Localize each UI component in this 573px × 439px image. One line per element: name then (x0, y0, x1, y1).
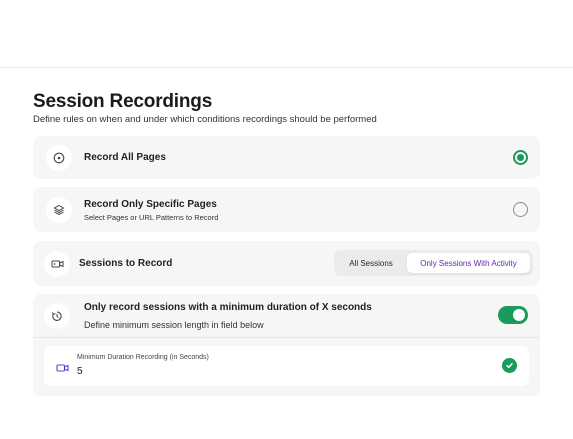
target-icon (46, 145, 72, 171)
min-duration-toggle[interactable] (498, 306, 528, 324)
record-specific-pages-sublabel: Select Pages or URL Patterns to Record (84, 213, 219, 222)
record-all-pages-label: Record All Pages (84, 152, 166, 163)
layers-icon (46, 197, 72, 223)
page-subtitle: Define rules on when and under which con… (33, 114, 377, 125)
divider (33, 337, 540, 338)
only-sessions-with-activity-tab[interactable]: Only Sessions With Activity (407, 253, 530, 273)
min-duration-sublabel: Define minimum session length in field b… (84, 320, 264, 330)
timer-icon (44, 303, 70, 329)
sessions-segmented-control: All Sessions Only Sessions With Activity (334, 250, 533, 276)
min-duration-field-label: Minimum Duration Recording (in Seconds) (77, 354, 209, 361)
sessions-to-record-row: Sessions to Record All Sessions Only Ses… (33, 241, 540, 286)
min-duration-label: Only record sessions with a minimum dura… (84, 302, 372, 313)
page-title: Session Recordings (33, 91, 213, 112)
top-bar (0, 0, 573, 68)
record-all-pages-radio[interactable] (513, 150, 528, 165)
video-icon (56, 360, 69, 378)
min-duration-card: Only record sessions with a minimum dura… (33, 294, 540, 396)
record-specific-pages-radio[interactable] (513, 202, 528, 217)
record-specific-pages-label: Record Only Specific Pages (84, 199, 217, 210)
check-icon (502, 358, 517, 373)
record-specific-pages-option[interactable]: Record Only Specific Pages Select Pages … (33, 187, 540, 232)
all-sessions-tab[interactable]: All Sessions (338, 253, 404, 273)
min-duration-field: Minimum Duration Recording (in Seconds) (44, 346, 529, 386)
sessions-to-record-label: Sessions to Record (79, 258, 173, 269)
min-duration-input[interactable] (77, 366, 277, 377)
record-all-pages-option[interactable]: Record All Pages (33, 136, 540, 179)
video-icon (44, 251, 70, 277)
